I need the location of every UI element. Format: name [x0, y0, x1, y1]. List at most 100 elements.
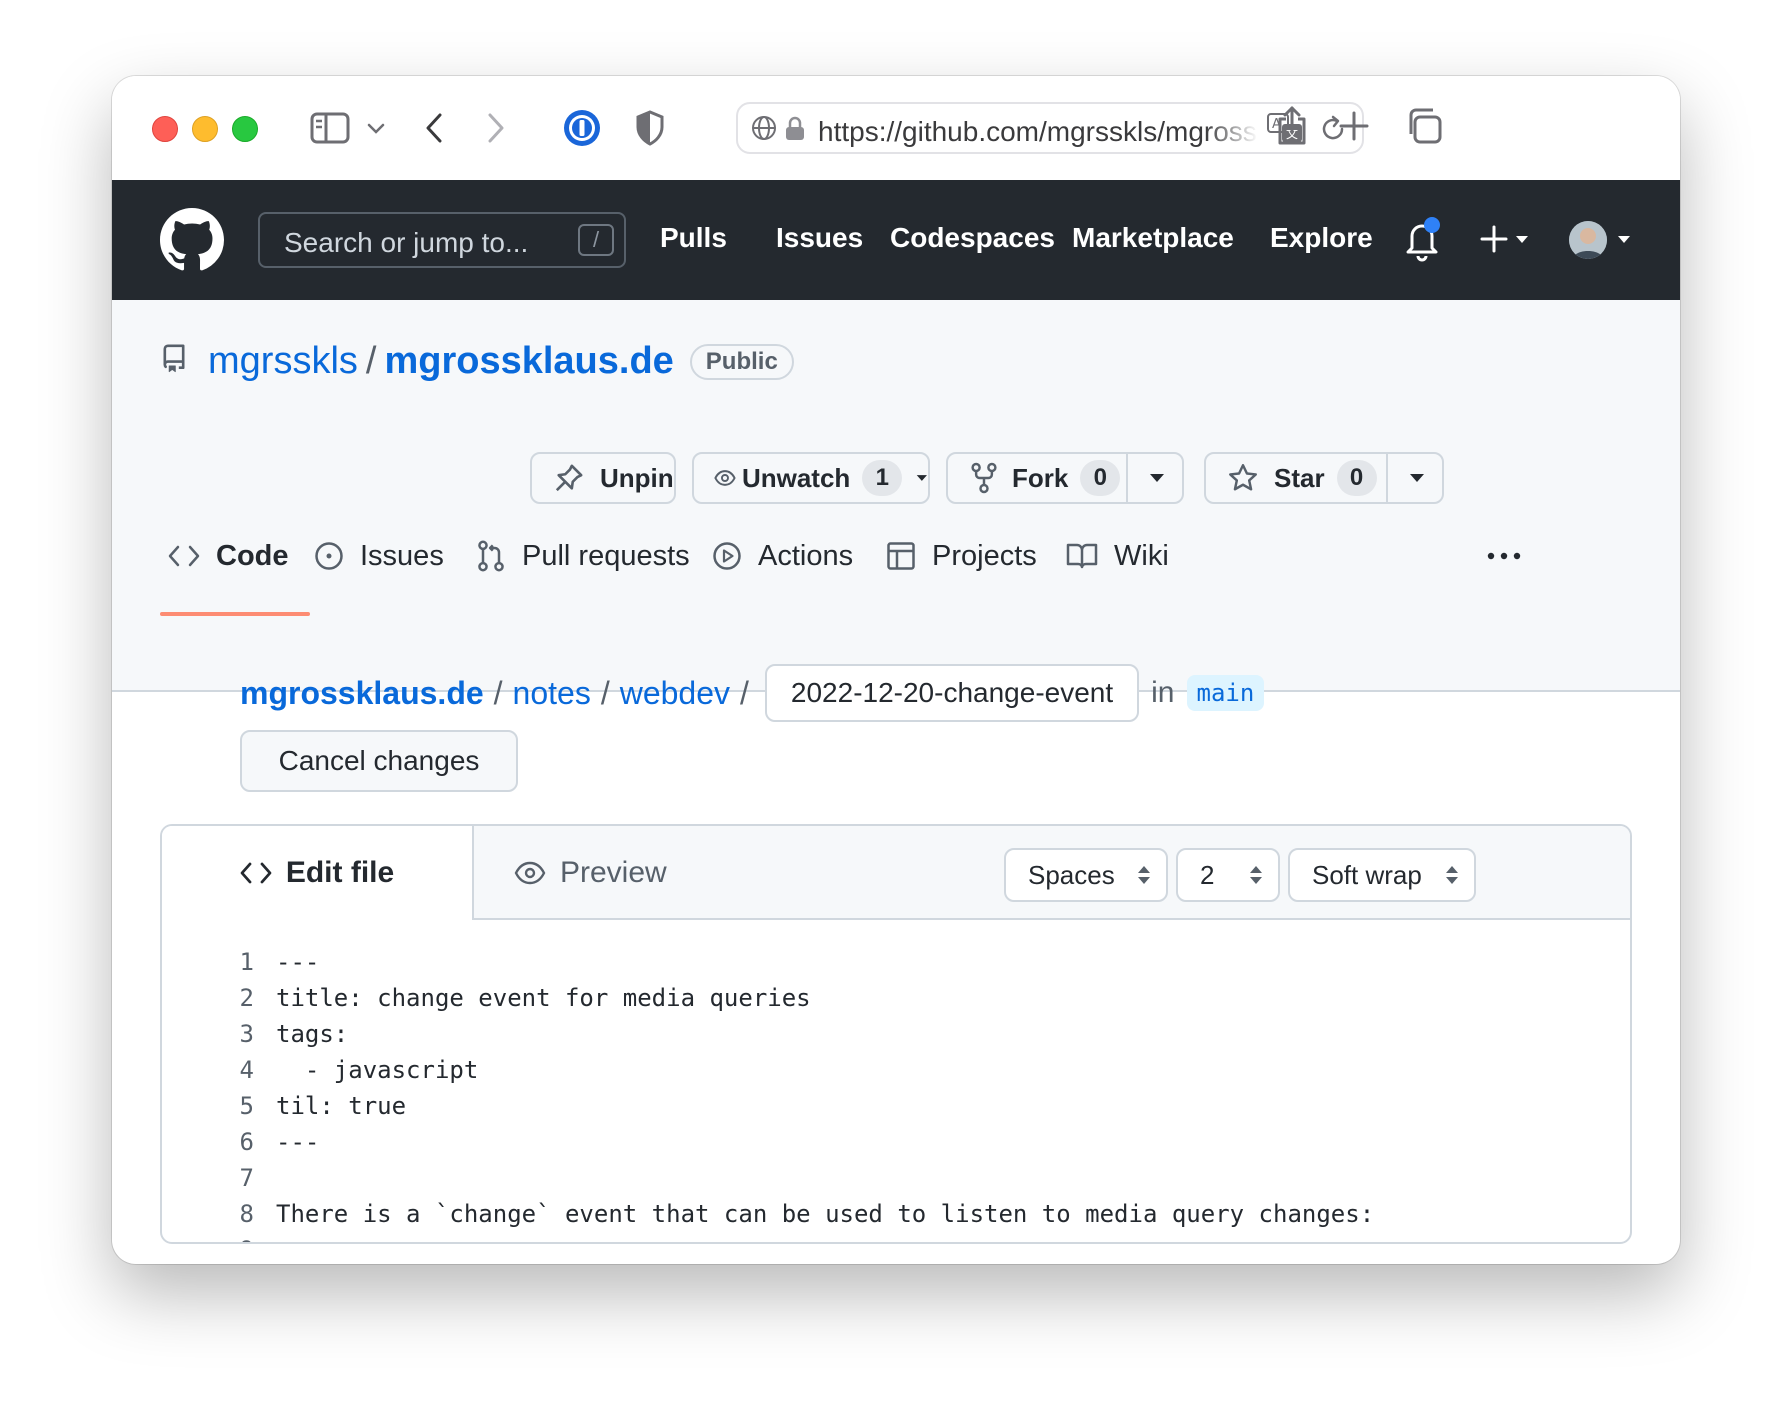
create-new-plus-icon[interactable] [1480, 224, 1536, 259]
preview-tab[interactable]: Preview [514, 826, 667, 920]
forward-arrow-icon[interactable] [480, 106, 512, 150]
new-tab-plus-icon[interactable] [1334, 106, 1374, 146]
sidebar-toggle-icon[interactable] [308, 108, 352, 148]
tab-overview-icon[interactable] [1402, 104, 1446, 148]
search-input[interactable]: Search or jump to... / [258, 212, 626, 268]
play-icon [713, 542, 741, 570]
pin-icon [555, 464, 583, 492]
filename-input[interactable]: 2022-12-20-change-event [764, 664, 1140, 722]
line-number: 6 [239, 1128, 254, 1156]
line-number: 9 [214, 1232, 254, 1242]
tab-projects-label: Projects [932, 539, 1037, 572]
table-icon [887, 542, 915, 570]
breadcrumb-notes-link[interactable]: notes [513, 675, 591, 712]
unwatch-label: Unwatch [741, 462, 851, 493]
nav-marketplace[interactable]: Marketplace [1072, 222, 1234, 254]
repo-title: mgrsskls / mgrossklaus.de Public [208, 340, 794, 383]
avatar[interactable] [1568, 220, 1636, 265]
repo-name-link[interactable]: mgrossklaus.de [384, 340, 673, 383]
pull-request-icon [478, 540, 504, 572]
wrap-mode-select[interactable]: Soft wrap [1288, 848, 1476, 902]
line-number: 8 [239, 1200, 254, 1228]
line-content: --- [276, 1128, 320, 1156]
nav-explore[interactable]: Explore [1270, 222, 1373, 254]
edit-file-tab[interactable]: Edit file [162, 826, 474, 920]
nav-pulls[interactable]: Pulls [660, 222, 727, 254]
kebab-horizontal-icon [1487, 552, 1521, 560]
tab-issues[interactable]: Issues [314, 512, 444, 600]
more-tabs-button[interactable] [1486, 512, 1538, 600]
repo-owner-link[interactable]: mgrsskls [208, 340, 358, 383]
globe-icon [750, 114, 778, 147]
code-area[interactable]: 1 --- 2 title: change event for media quer… [162, 944, 1630, 1242]
line-number: 4 [239, 1056, 254, 1084]
breadcrumb-separator: / [740, 674, 749, 711]
tab-wiki-label: Wiki [1114, 539, 1169, 572]
close-window-button[interactable] [152, 116, 178, 142]
indent-mode-select[interactable]: Spaces [1004, 848, 1168, 902]
wrap-mode-value: Soft wrap [1312, 859, 1422, 890]
zoom-window-button[interactable] [232, 116, 258, 142]
line-number: 1 [239, 948, 254, 976]
shield-icon[interactable] [630, 106, 670, 150]
password-manager-icon[interactable] [560, 106, 604, 150]
url-text: https://github.com/mgrsskls/mgrossklaus.… [818, 116, 1258, 147]
back-arrow-icon[interactable] [418, 106, 450, 150]
fork-count: 0 [1080, 460, 1121, 496]
search-placeholder: Search or jump to... [284, 227, 529, 258]
line-number: 7 [239, 1164, 254, 1192]
tab-code[interactable]: Code [168, 512, 289, 600]
address-bar[interactable]: https://github.com/mgrsskls/mgrossklaus.… [736, 102, 1364, 154]
line-content: tags: [276, 1020, 349, 1048]
indent-size-value: 2 [1200, 859, 1215, 890]
breadcrumb-repo-link[interactable]: mgrossklaus.de [240, 675, 484, 712]
star-dropdown-button[interactable] [1386, 454, 1446, 502]
star-icon [1229, 464, 1257, 491]
caret-down-icon [1150, 474, 1164, 482]
breadcrumb-webdev-link[interactable]: webdev [620, 675, 730, 712]
notifications-bell-icon[interactable] [1402, 216, 1442, 269]
active-tab-indicator [160, 612, 310, 616]
line-number: 2 [239, 984, 254, 1012]
tab-code-label: Code [216, 539, 289, 572]
unwatch-button[interactable]: Unwatch 1 [692, 452, 930, 504]
line-content: There is a `change` event that can be us… [276, 1200, 1375, 1228]
repo-title-separator: / [365, 340, 377, 382]
repo-tabs: Code Issues Pull requests Actions Projec… [160, 512, 1640, 600]
fork-dropdown-button[interactable] [1126, 454, 1186, 502]
code-line: 5 til: true [162, 1088, 1630, 1124]
chevron-down-icon[interactable] [364, 114, 388, 142]
eye-icon [514, 861, 546, 885]
line-content: - javascript [276, 1056, 479, 1084]
indent-size-select[interactable]: 2 [1176, 848, 1280, 902]
line-content: --- [276, 948, 320, 976]
tab-actions[interactable]: Actions [712, 512, 853, 600]
caret-down-icon [917, 475, 928, 481]
share-icon[interactable] [1272, 102, 1312, 150]
code-icon [168, 545, 200, 567]
github-logo-icon[interactable] [160, 208, 224, 277]
tab-pull-requests[interactable]: Pull requests [476, 512, 690, 600]
fork-button[interactable]: Fork 0 [946, 452, 1184, 504]
cancel-changes-button[interactable]: Cancel changes [240, 730, 518, 792]
branch-name: main [1186, 675, 1265, 711]
select-arrows-icon [1250, 866, 1262, 884]
tab-wiki[interactable]: Wiki [1066, 512, 1169, 600]
edit-file-label: Edit file [285, 856, 395, 889]
tab-actions-label: Actions [758, 539, 854, 572]
filename-value: 2022-12-20-change-event [790, 677, 1114, 708]
nav-issues[interactable]: Issues [776, 222, 863, 254]
cancel-changes-label: Cancel changes [278, 745, 480, 776]
fork-label: Fork [1012, 462, 1069, 493]
branch-in-label: in [1151, 676, 1175, 709]
repo-header: mgrsskls / mgrossklaus.de Public Unpin U… [112, 300, 1680, 692]
unpin-label: Unpin [600, 462, 674, 493]
star-button[interactable]: Star 0 [1204, 452, 1444, 504]
tab-projects[interactable]: Projects [886, 512, 1037, 600]
nav-codespaces[interactable]: Codespaces [890, 222, 1055, 254]
code-icon [240, 862, 272, 884]
unpin-button[interactable]: Unpin [530, 452, 676, 504]
code-line: 8 There is a `change` event that can be u… [162, 1196, 1630, 1232]
minimize-window-button[interactable] [192, 116, 218, 142]
code-line: 6 --- [162, 1124, 1630, 1160]
